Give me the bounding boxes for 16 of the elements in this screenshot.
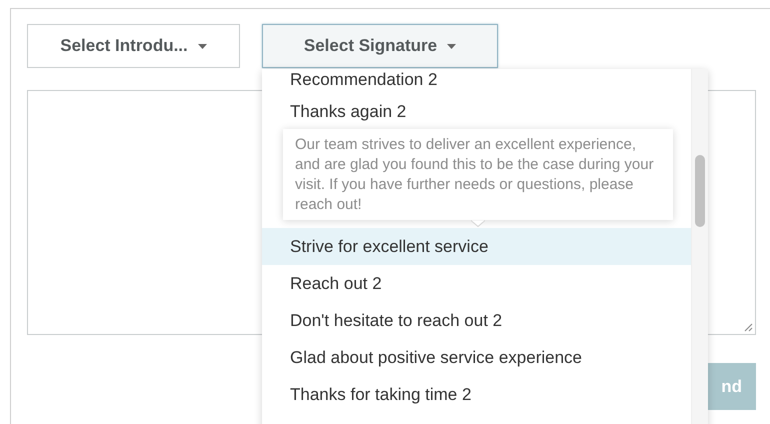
tooltip: Our team strives to deliver an excellent experience, and are glad you found this to be the case during your visit. If you have further needs or questions, please reach out!: [283, 129, 673, 220]
caret-icon: [447, 44, 456, 48]
menu-item[interactable]: Strive for excellent service: [262, 228, 691, 265]
caret-icon: [198, 44, 207, 48]
signature-dropdown[interactable]: Select Signature: [262, 24, 498, 68]
menu-item[interactable]: Don't hesitate to reach out 2: [262, 302, 691, 339]
scrollbar-thumb[interactable]: [695, 155, 705, 227]
scrollbar[interactable]: [691, 69, 708, 424]
menu-item[interactable]: Thanks again 2: [262, 97, 691, 129]
tooltip-pointer-icon: [471, 220, 485, 227]
menu-item[interactable]: Thanks for taking time 2: [262, 376, 691, 413]
resize-grip-icon: [744, 323, 753, 332]
menu-item[interactable]: Glad about positive service experience: [262, 339, 691, 376]
menu-item[interactable]: Recommendation 2: [262, 69, 691, 97]
introduction-dropdown[interactable]: Select Introdu...: [27, 24, 240, 68]
menu-item[interactable]: Reach out 2: [262, 265, 691, 302]
